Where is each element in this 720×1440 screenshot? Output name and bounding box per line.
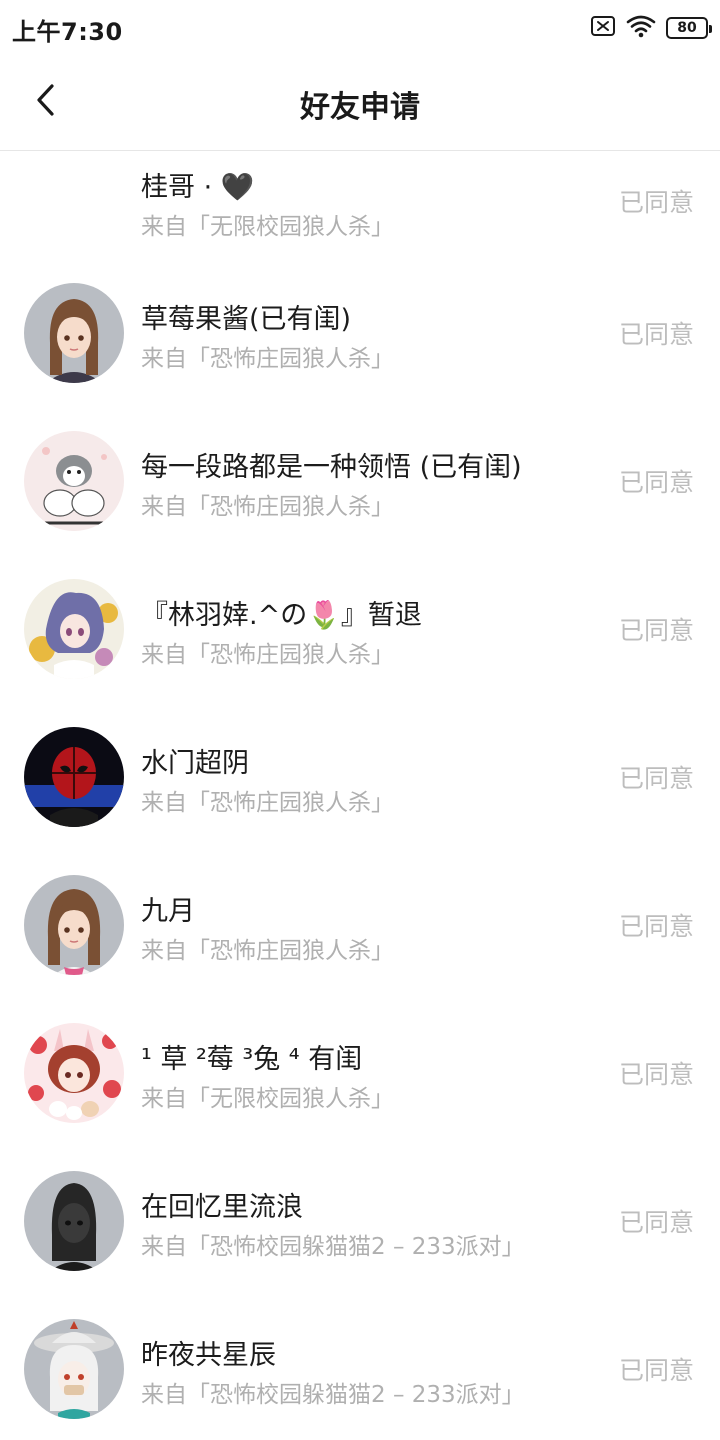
avatar[interactable] <box>24 579 124 679</box>
request-name: ¹ 草 ²莓 ³兔 ⁴ 有闺 <box>141 1044 363 1075</box>
status-icons: 80 <box>590 14 712 42</box>
request-status: 已同意 <box>618 320 694 349</box>
friend-request-row[interactable]: 每一段路都是一种领悟 (已有闺) 来自「恐怖庄园狼人杀」 已同意 <box>0 395 720 543</box>
request-source: 来自「恐怖庄园狼人杀」 <box>141 642 394 668</box>
status-time: 上午7:30 <box>12 18 123 46</box>
friend-request-row[interactable]: 『林羽婞.^の🌷』暂退 来自「恐怖庄园狼人杀」 已同意 <box>0 543 720 691</box>
request-status: 已同意 <box>618 1060 694 1089</box>
request-name: 草莓果酱(已有闺) <box>141 304 352 335</box>
avatar[interactable] <box>24 1319 124 1419</box>
request-source: 来自「无限校园狼人杀」 <box>141 214 394 240</box>
friend-request-row[interactable]: 九月 来自「恐怖庄园狼人杀」 已同意 <box>0 839 720 987</box>
request-name: 在回忆里流浪 <box>141 1192 303 1223</box>
wifi-icon <box>626 14 656 42</box>
request-status: 已同意 <box>618 616 694 645</box>
avatar[interactable] <box>24 727 124 827</box>
request-status: 已同意 <box>618 912 694 941</box>
request-name: 昨夜共星辰 <box>141 1340 276 1371</box>
status-bar: 上午7:30 80 <box>0 0 720 56</box>
request-source: 来自「恐怖庄园狼人杀」 <box>141 346 394 372</box>
request-name: 桂哥 · 🖤 <box>141 172 255 203</box>
request-source: 来自「恐怖校园躲猫猫2 – 233派对」 <box>141 1382 525 1408</box>
request-status: 已同意 <box>618 1356 694 1385</box>
friend-request-row[interactable]: ¹ 草 ²莓 ³兔 ⁴ 有闺 来自「无限校园狼人杀」 已同意 <box>0 987 720 1135</box>
request-name: 水门超阴 <box>141 748 249 779</box>
request-source: 来自「恐怖庄园狼人杀」 <box>141 938 394 964</box>
battery-icon: 80 <box>666 17 712 39</box>
request-status: 已同意 <box>618 468 694 497</box>
page-title: 好友申请 <box>300 90 420 125</box>
request-source: 来自「无限校园狼人杀」 <box>141 1086 394 1112</box>
request-status: 已同意 <box>618 1208 694 1237</box>
request-source: 来自「恐怖校园躲猫猫2 – 233派对」 <box>141 1234 525 1260</box>
battery-level: 80 <box>677 20 697 36</box>
request-source: 来自「恐怖庄园狼人杀」 <box>141 790 394 816</box>
avatar[interactable] <box>24 1171 124 1271</box>
request-name: 九月 <box>141 896 195 927</box>
friend-request-row[interactable]: 在回忆里流浪 来自「恐怖校园躲猫猫2 – 233派对」 已同意 <box>0 1135 720 1283</box>
request-status: 已同意 <box>618 188 694 217</box>
friend-request-list: 桂哥 · 🖤 来自「无限校园狼人杀」 已同意 草莓果酱(已有闺) 来自「恐怖庄园… <box>0 151 720 1440</box>
request-source: 来自「恐怖庄园狼人杀」 <box>141 494 394 520</box>
friend-request-row[interactable]: 草莓果酱(已有闺) 来自「恐怖庄园狼人杀」 已同意 <box>0 247 720 395</box>
request-name: 『林羽婞.^の🌷』暂退 <box>141 600 422 631</box>
friend-request-row[interactable]: 水门超阴 来自「恐怖庄园狼人杀」 已同意 <box>0 691 720 839</box>
header: 好友申请 <box>0 56 720 151</box>
avatar[interactable] <box>24 283 124 383</box>
avatar[interactable] <box>24 875 124 975</box>
friend-request-row[interactable]: 昨夜共星辰 来自「恐怖校园躲猫猫2 – 233派对」 已同意 <box>0 1283 720 1431</box>
sim-off-icon <box>590 15 616 41</box>
request-name: 每一段路都是一种领悟 (已有闺) <box>141 452 522 483</box>
request-status: 已同意 <box>618 764 694 793</box>
avatar[interactable] <box>24 1023 124 1123</box>
avatar[interactable] <box>24 431 124 531</box>
